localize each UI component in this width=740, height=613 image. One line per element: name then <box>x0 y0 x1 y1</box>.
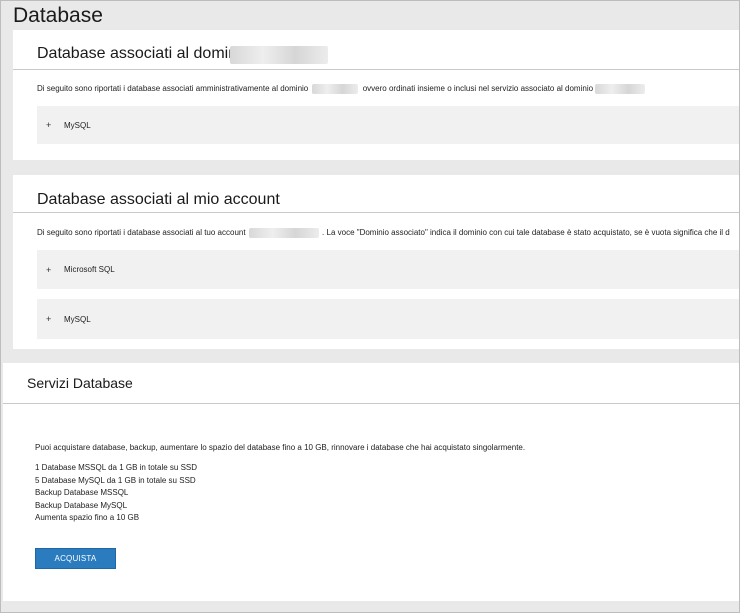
redacted-domain <box>312 84 359 94</box>
database-services-card: Servizi Database Puoi acquistare databas… <box>3 363 739 601</box>
accordion-label: MySQL <box>64 314 91 324</box>
account-databases-card: Database associati al mio account Di seg… <box>13 175 739 349</box>
accordion-mssql[interactable]: + Microsoft SQL <box>37 250 739 289</box>
accordion-mysql-domain[interactable]: + MySQL <box>37 106 739 144</box>
domain-databases-card: Database associati al dominio Di seguito… <box>13 30 739 160</box>
account-description-text-2: . La voce "Dominio associato" indica il … <box>322 228 730 238</box>
domain-databases-title: Database associati al dominio <box>37 45 250 62</box>
account-description-text-1: Di seguito sono riportati i database ass… <box>37 228 246 238</box>
account-databases-title: Database associati al mio account <box>37 191 280 208</box>
accordion-label: MySQL <box>64 120 91 130</box>
list-item: Aumenta spazio fino a 10 GB <box>35 513 140 523</box>
list-item: Backup Database MySQL <box>35 500 128 510</box>
redacted-account <box>248 228 319 238</box>
accordion-mysql-account[interactable]: + MySQL <box>37 299 739 339</box>
domain-description-text-2: ovvero ordinati insieme o inclusi nel se… <box>362 84 594 94</box>
domain-databases-header: Database associati al dominio <box>13 30 739 70</box>
plus-icon: + <box>46 120 52 130</box>
account-databases-description: Di seguito sono riportati i database ass… <box>37 228 739 238</box>
list-item: Backup Database MSSQL <box>35 488 129 498</box>
redacted-domain <box>230 46 328 64</box>
account-databases-header: Database associati al mio account <box>13 175 739 213</box>
services-intro: Puoi acquistare database, backup, aument… <box>35 443 526 452</box>
plus-icon: + <box>46 264 52 275</box>
accordion-label: Microsoft SQL <box>64 265 115 274</box>
list-item: 5 Database MySQL da 1 GB in totale su SS… <box>35 475 196 485</box>
page-title: Database <box>13 4 103 27</box>
database-services-header: Servizi Database <box>3 363 739 404</box>
services-list: 1 Database MSSQL da 1 GB in totale su SS… <box>35 462 197 525</box>
domain-databases-description: Di seguito sono riportati i database ass… <box>37 84 739 94</box>
list-item: 1 Database MSSQL da 1 GB in totale su SS… <box>35 463 198 472</box>
buy-button[interactable]: ACQUISTA <box>35 548 116 569</box>
domain-description-text-1: Di seguito sono riportati i database ass… <box>37 84 309 94</box>
database-services-title: Servizi Database <box>27 375 133 391</box>
plus-icon: + <box>46 314 52 324</box>
redacted-domain <box>595 84 646 94</box>
